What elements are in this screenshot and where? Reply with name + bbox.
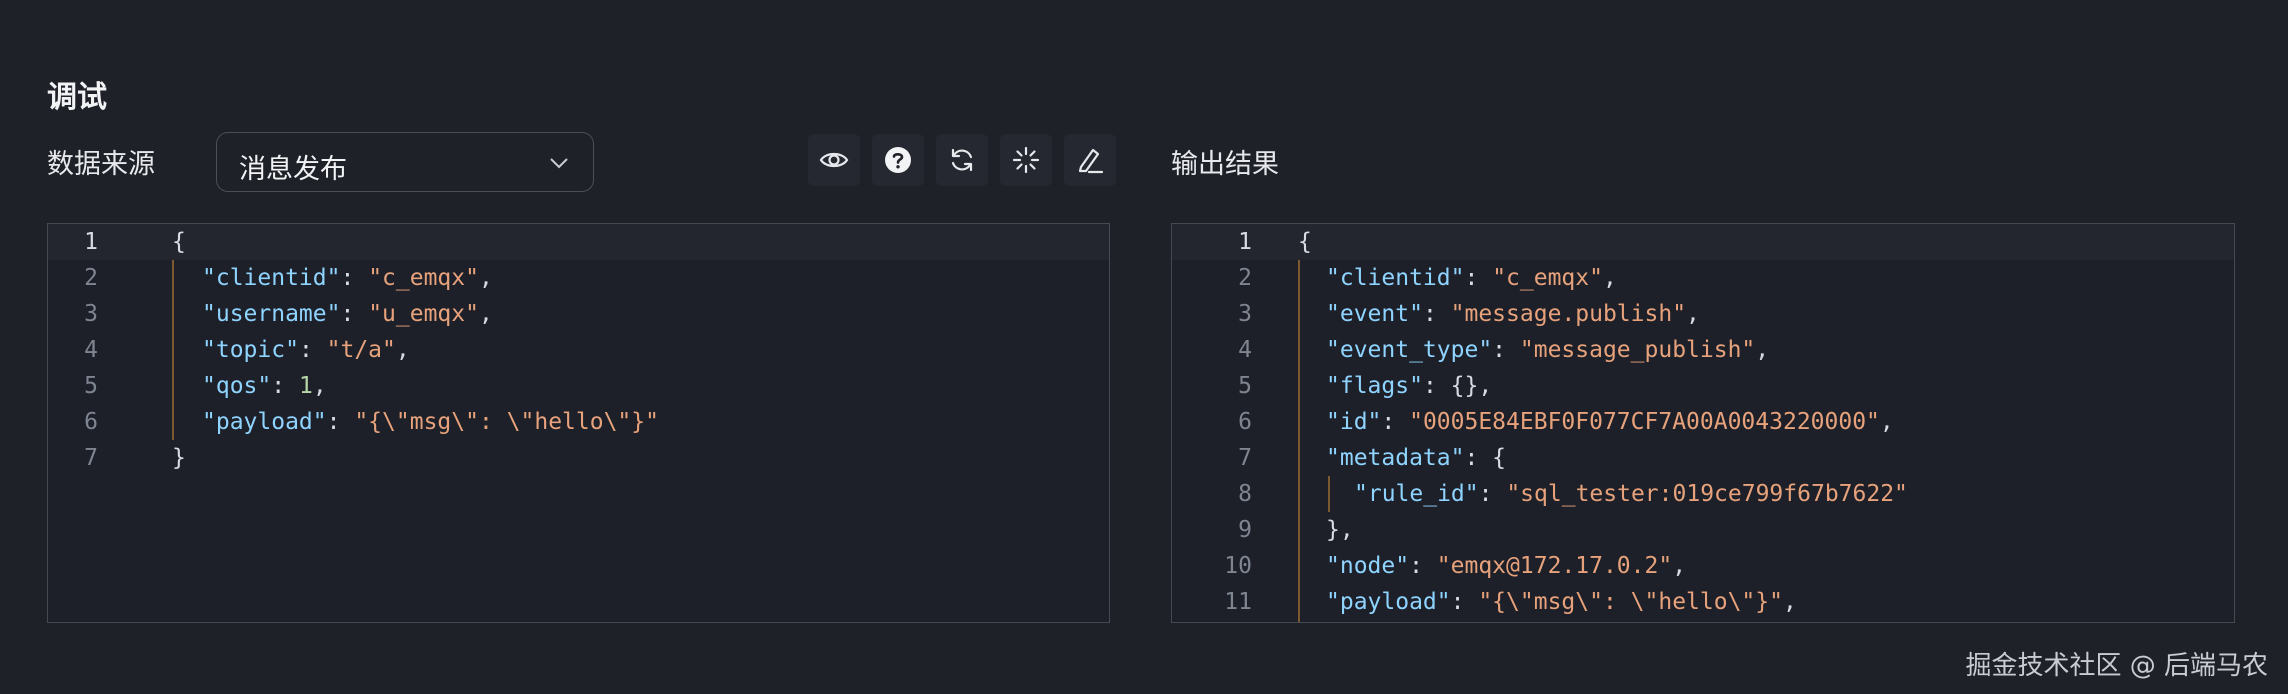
- refresh-button[interactable]: [936, 134, 988, 186]
- loading-button[interactable]: [1000, 134, 1052, 186]
- code-line: 9},: [1172, 512, 2234, 548]
- line-number: 4: [84, 337, 98, 363]
- line-number: 8: [1238, 481, 1252, 507]
- line-number: 10: [1224, 553, 1252, 579]
- code-line: 3 "username": "u_emqx",: [48, 296, 1109, 332]
- code-text: "node": "emqx@172.17.0.2",: [1326, 553, 1687, 579]
- code-line: 6 "id": "0005E84EBF0F077CF7A00A0043220000…: [1172, 404, 2234, 440]
- data-source-label: 数据来源: [47, 149, 155, 180]
- data-source-select[interactable]: 消息发布: [216, 132, 594, 192]
- code-line: 10 "node": "emqx@172.17.0.2",: [1172, 548, 2234, 584]
- line-number: 7: [1238, 445, 1252, 471]
- code-line: 8 "rule_id": "sql_tester:019ce799f67b7622…: [1172, 476, 2234, 512]
- help-button[interactable]: [872, 134, 924, 186]
- code-text: "id": "0005E84EBF0F077CF7A00A0043220000"…: [1326, 409, 1894, 435]
- chevron-down-icon: [550, 158, 568, 169]
- code-line: 2 "clientid": "c_emqx",: [1172, 260, 2234, 296]
- code-text: "username": "u_emqx",: [202, 301, 493, 327]
- help-icon: [885, 147, 911, 173]
- code-line: 5 "flags": {},: [1172, 368, 2234, 404]
- line-number: 2: [84, 265, 98, 291]
- preview-button[interactable]: [808, 134, 860, 186]
- line-number: 5: [84, 373, 98, 399]
- code-text: {: [1298, 229, 1312, 255]
- output-code-editor[interactable]: 1{2 "clientid": "c_emqx", 3 "event": "messa…: [1171, 223, 2235, 623]
- code-line: 4 "event_type": "message_publish",: [1172, 332, 2234, 368]
- line-number: 9: [1238, 517, 1252, 543]
- line-number: 6: [84, 409, 98, 435]
- refresh-icon: [951, 148, 973, 172]
- code-line: 7}: [48, 440, 1109, 476]
- code-text: "clientid": "c_emqx",: [1326, 265, 1617, 291]
- code-line: 7 "metadata": {: [1172, 440, 2234, 476]
- code-text: "payload": "{\"msg\": \"hello\"}": [202, 409, 659, 435]
- code-text: "rule_id": "sql_tester:019ce799f67b7622": [1354, 481, 1908, 507]
- code-text: }: [172, 445, 186, 471]
- output-result-label: 输出结果: [1171, 149, 1279, 180]
- line-number: 4: [1238, 337, 1252, 363]
- watermark: 掘金技术社区 @ 后端马农: [1965, 651, 2268, 681]
- code-line: 6 "payload": "{\"msg\": \"hello\"}": [48, 404, 1109, 440]
- input-code-editor[interactable]: 1{2 "clientid": "c_emqx", 3 "username": "u_…: [47, 223, 1110, 623]
- code-line: 3 "event": "message.publish",: [1172, 296, 2234, 332]
- line-number: 3: [84, 301, 98, 327]
- code-text: "payload": "{\"msg\": \"hello\"}",: [1326, 589, 1797, 615]
- code-text: "metadata": {: [1326, 445, 1507, 471]
- code-text: "clientid": "c_emqx",: [202, 265, 493, 291]
- section-title: 调试: [47, 80, 107, 115]
- code-line: 5 "qos": 1,: [48, 368, 1109, 404]
- data-source-selected-value: 消息发布: [239, 154, 347, 185]
- clear-edit-icon: [1078, 148, 1104, 174]
- code-text: },: [1326, 517, 1354, 543]
- code-text: "event_type": "message_publish",: [1326, 337, 1770, 363]
- line-number: 5: [1238, 373, 1252, 399]
- code-line: 11 "payload": "{\"msg\": \"hello\"}",: [1172, 584, 2234, 620]
- code-line: 2 "clientid": "c_emqx",: [48, 260, 1109, 296]
- line-number: 6: [1238, 409, 1252, 435]
- line-number: 11: [1224, 589, 1252, 615]
- line-number: 1: [1238, 229, 1252, 255]
- line-number: 1: [84, 229, 98, 255]
- code-line: 1{: [1172, 224, 2234, 260]
- line-number: 2: [1238, 265, 1252, 291]
- loading-sparkle-icon: [1012, 146, 1040, 174]
- code-line: 1{: [48, 224, 1109, 260]
- code-line: 4 "topic": "t/a",: [48, 332, 1109, 368]
- line-number: 3: [1238, 301, 1252, 327]
- code-text: {: [172, 229, 186, 255]
- code-text: "qos": 1,: [202, 373, 327, 399]
- code-text: "topic": "t/a",: [202, 337, 410, 363]
- line-number: 7: [84, 445, 98, 471]
- clear-button[interactable]: [1064, 134, 1116, 186]
- code-text: "flags": {},: [1326, 373, 1493, 399]
- code-text: "event": "message.publish",: [1326, 301, 1700, 327]
- eye-icon: [819, 152, 849, 168]
